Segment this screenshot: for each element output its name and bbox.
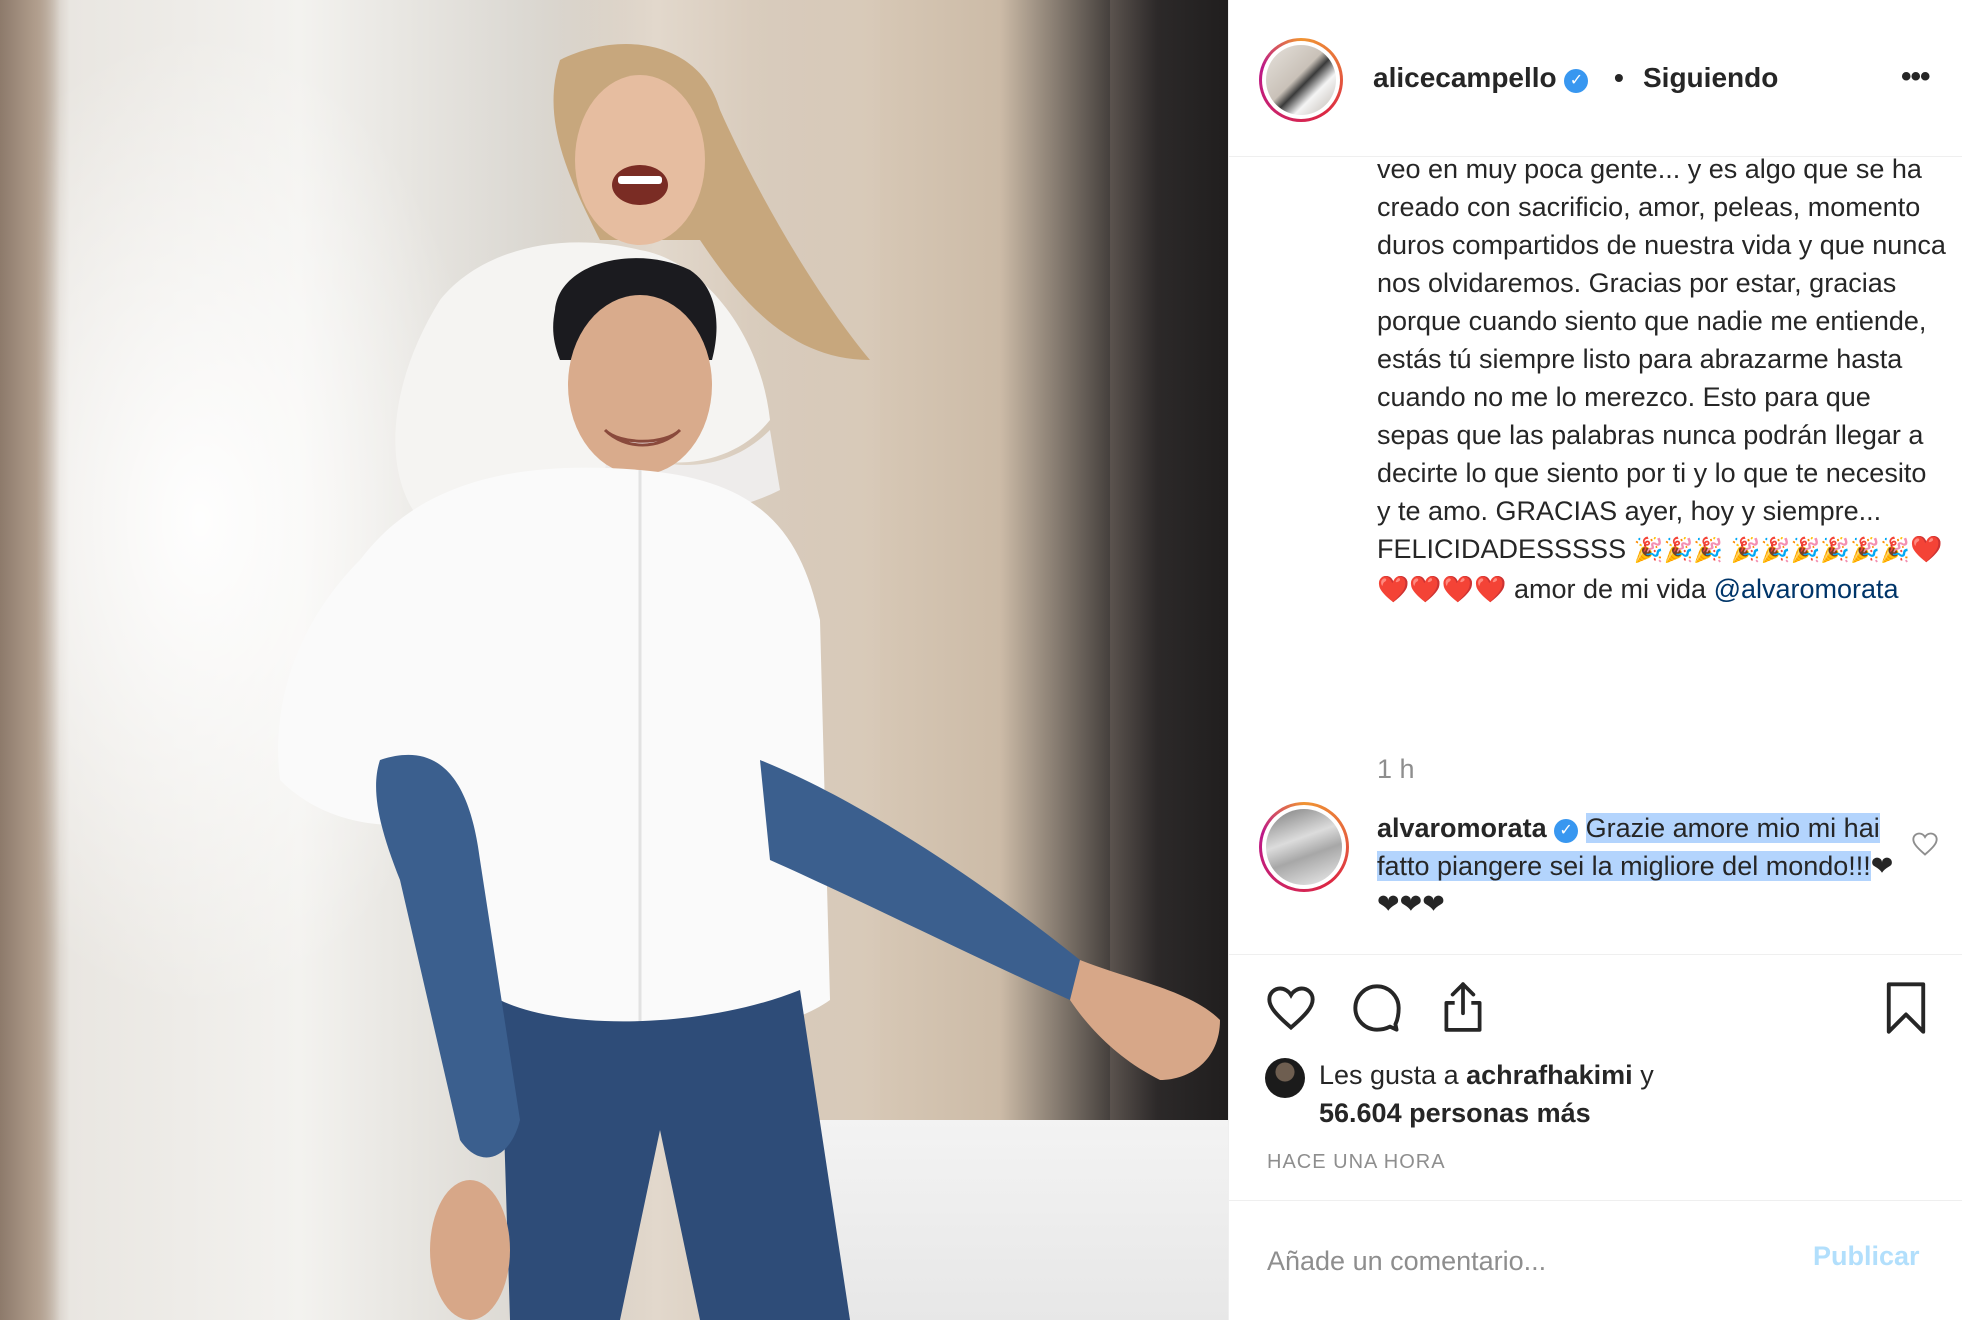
- post-caption: veo en muy poca gente... y es algo que s…: [1377, 150, 1947, 608]
- caption-mention-link[interactable]: @alvaromorata: [1714, 574, 1899, 604]
- post-details-panel: alicecampello ✓ • Siguiendo ••• veo en m…: [1228, 0, 1962, 1320]
- commenter-avatar[interactable]: [1259, 802, 1349, 892]
- post-timestamp[interactable]: HACE UNA HORA: [1267, 1151, 1446, 1174]
- liker-avatar[interactable]: [1265, 1058, 1305, 1098]
- add-comment-input[interactable]: [1265, 1237, 1789, 1285]
- comment-icon[interactable]: [1351, 982, 1403, 1034]
- comment-item: alvaromorata ✓ Grazie amore mio mi hai f…: [1377, 809, 1907, 923]
- publish-button[interactable]: Publicar: [1813, 1241, 1920, 1272]
- more-icon[interactable]: •••: [1901, 60, 1930, 94]
- small-heart-icon[interactable]: [1911, 830, 1939, 858]
- verified-badge-icon: ✓: [1564, 69, 1589, 93]
- party-emojis: 🎉🎉🎉🎉🎉🎉: [1730, 537, 1911, 564]
- likes-count[interactable]: 56.604 personas más: [1319, 1098, 1591, 1128]
- header-separator: •: [1614, 62, 1624, 93]
- add-comment-bar: Publicar: [1229, 1200, 1962, 1321]
- post-photo[interactable]: [0, 0, 1228, 1320]
- like-icon[interactable]: [1265, 982, 1317, 1034]
- actions-divider: [1229, 954, 1962, 955]
- likes-prefix: Les gusta a: [1319, 1060, 1467, 1090]
- caption-time[interactable]: 1 h: [1377, 754, 1415, 785]
- caption-text: veo en muy poca gente... y es algo que s…: [1377, 154, 1946, 564]
- post-header: alicecampello ✓ • Siguiendo •••: [1229, 0, 1962, 157]
- save-icon[interactable]: [1883, 980, 1929, 1036]
- author-avatar-image: [1266, 45, 1336, 115]
- caption-suffix: amor de mi vida: [1506, 574, 1714, 604]
- verified-badge-icon: ✓: [1554, 819, 1579, 843]
- commenter-username[interactable]: alvaromorata: [1377, 813, 1547, 843]
- likes-connector: y: [1632, 1060, 1654, 1090]
- commenter-avatar-image: [1266, 809, 1342, 885]
- share-icon[interactable]: [1437, 980, 1489, 1034]
- author-username[interactable]: alicecampello ✓: [1373, 62, 1589, 94]
- likes-summary: Les gusta a achrafhakimi y 56.604 person…: [1319, 1056, 1919, 1132]
- following-button[interactable]: Siguiendo: [1643, 62, 1778, 94]
- liker-username[interactable]: achrafhakimi: [1466, 1060, 1633, 1090]
- party-emojis: 🎉🎉🎉: [1633, 537, 1724, 564]
- photo-people-illustration: [278, 44, 1220, 1320]
- author-avatar[interactable]: [1259, 38, 1343, 122]
